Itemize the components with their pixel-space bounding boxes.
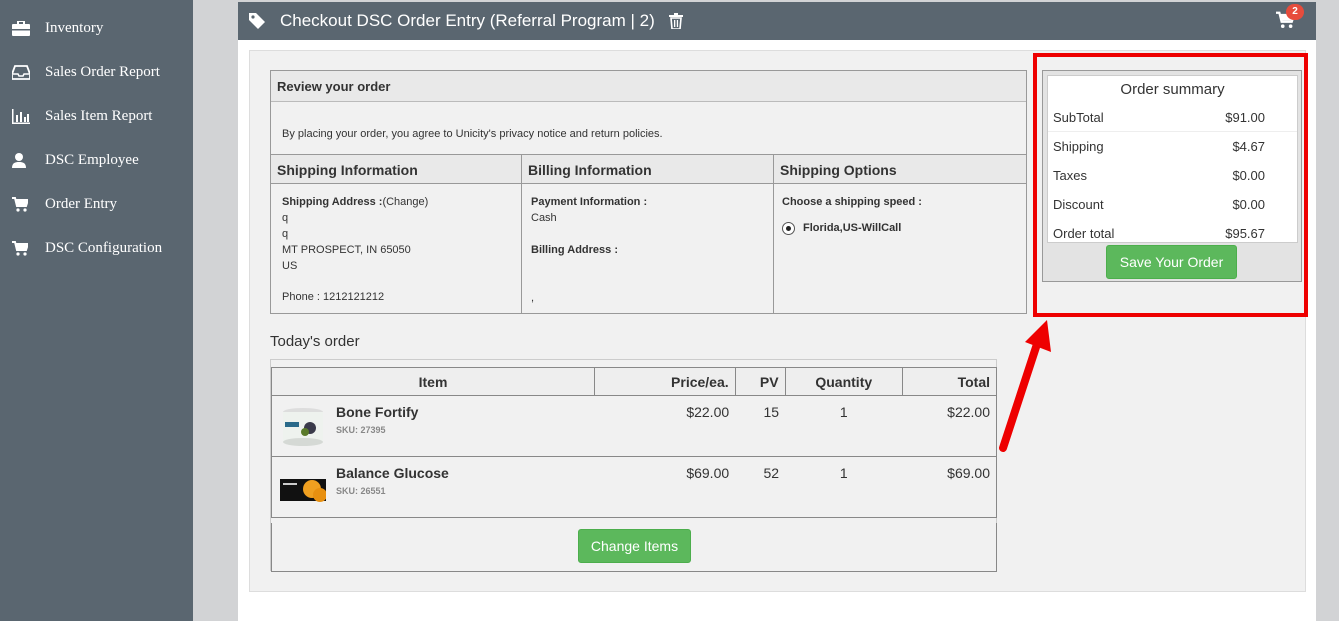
- item-pv: 52: [735, 456, 786, 518]
- sidebar-item-label: Order Entry: [45, 195, 118, 212]
- change-items-row: Change Items: [271, 523, 997, 572]
- sidebar-item-order-entry[interactable]: Order Entry: [0, 182, 193, 226]
- annotation-highlight-box: [1033, 53, 1308, 317]
- item-name: Bone Fortify: [336, 404, 419, 420]
- shipping-options-column: Shipping Options Choose a shipping speed…: [774, 155, 1026, 314]
- item-name: Balance Glucose: [336, 465, 449, 481]
- billing-address-value: ,: [531, 292, 535, 304]
- col-header-pv: PV: [734, 367, 786, 396]
- briefcase-icon: [0, 20, 45, 36]
- page-header: Checkout DSC Order Entry (Referral Progr…: [238, 2, 1316, 40]
- product-image-bone-fortify: [283, 408, 323, 446]
- col-header-price: Price/ea.: [594, 367, 736, 396]
- annotation-arrow: [999, 320, 1051, 452]
- sidebar-item-sales-item-report[interactable]: Sales Item Report: [0, 94, 193, 138]
- item-price: $69.00: [594, 456, 736, 518]
- sidebar-item-label: Inventory: [45, 19, 104, 36]
- item-total: $69.00: [902, 456, 998, 518]
- sidebar-item-inventory[interactable]: Inventory: [0, 6, 193, 50]
- bar-chart-icon: [0, 108, 45, 124]
- radio-selected-icon[interactable]: [782, 221, 795, 235]
- review-title: Review your order: [271, 71, 1026, 102]
- payment-info-label: Payment Information :: [531, 196, 648, 208]
- user-icon: [0, 152, 45, 168]
- cart-icon: [0, 196, 45, 212]
- shipping-info-column: Shipping Information Shipping Address :(…: [271, 155, 522, 314]
- shipping-info-heading: Shipping Information: [271, 155, 521, 184]
- page-title: Checkout DSC Order Entry (Referral Progr…: [280, 11, 655, 30]
- item-sku: SKU: 26551: [336, 486, 386, 496]
- todays-order-title: Today's order: [270, 333, 360, 350]
- table-row: Balance Glucose SKU: 26551 $69.00 52 1 $…: [270, 456, 998, 518]
- item-quantity: 1: [785, 395, 903, 457]
- item-pv: 15: [735, 395, 786, 457]
- shipping-address-label: Shipping Address :: [282, 196, 383, 208]
- phone-number: Phone : 1212121212: [282, 291, 385, 303]
- review-columns: Shipping Information Shipping Address :(…: [271, 154, 1026, 314]
- table-row: Bone Fortify SKU: 27395 $22.00 15 1 $22.…: [270, 395, 998, 457]
- shipping-options-heading: Shipping Options: [774, 155, 1026, 184]
- item-price: $22.00: [594, 395, 736, 457]
- cart-count-badge: 2: [1286, 4, 1304, 20]
- billing-info-column: Billing Information Payment Information …: [522, 155, 774, 314]
- sidebar-item-label: DSC Configuration: [45, 239, 163, 256]
- sidebar-item-sales-order-report[interactable]: Sales Order Report: [0, 50, 193, 94]
- item-quantity: 1: [785, 456, 903, 518]
- inbox-icon: [0, 64, 45, 80]
- item-total: $22.00: [902, 395, 998, 457]
- item-sku: SKU: 27395: [336, 425, 386, 435]
- privacy-notice: By placing your order, you agree to Unic…: [282, 128, 663, 140]
- order-items-table: Item Price/ea. PV Quantity Total Bone Fo…: [270, 367, 998, 518]
- billing-info-heading: Billing Information: [522, 155, 773, 184]
- sidebar-item-label: Sales Order Report: [45, 63, 160, 80]
- sidebar-item-label: DSC Employee: [45, 151, 139, 168]
- payment-method: Cash: [531, 212, 557, 224]
- col-header-quantity: Quantity: [784, 367, 903, 396]
- sidebar-item-dsc-configuration[interactable]: DSC Configuration: [0, 226, 193, 270]
- billing-address-label: Billing Address :: [531, 244, 618, 256]
- sidebar: Inventory Sales Order Report Sales Item …: [0, 0, 193, 621]
- address-line-2: q: [282, 228, 289, 240]
- product-image-balance-glucose: [280, 479, 326, 502]
- review-order-section: Review your order By placing your order,…: [270, 70, 1027, 314]
- shipping-option-label: Florida,US-WillCall: [803, 222, 902, 234]
- col-header-item: Item: [270, 367, 596, 396]
- sidebar-item-label: Sales Item Report: [45, 107, 153, 124]
- sidebar-item-dsc-employee[interactable]: DSC Employee: [0, 138, 193, 182]
- address-city: MT PROSPECT, IN 65050: [282, 244, 411, 256]
- trash-icon[interactable]: [668, 13, 683, 29]
- col-header-total: Total: [901, 367, 998, 396]
- address-country: US: [282, 260, 298, 272]
- shipping-speed-label: Choose a shipping speed :: [782, 196, 922, 208]
- tags-icon: [249, 13, 265, 29]
- change-items-button[interactable]: Change Items: [578, 529, 691, 563]
- change-address-link[interactable]: (Change): [382, 196, 428, 208]
- cart-icon: [0, 240, 45, 256]
- gutter: [193, 0, 237, 621]
- order-items: Item Price/ea. PV Quantity Total Bone Fo…: [270, 359, 998, 572]
- shipping-option-row[interactable]: Florida,US-WillCall: [782, 220, 1018, 236]
- address-line-1: q: [282, 212, 289, 224]
